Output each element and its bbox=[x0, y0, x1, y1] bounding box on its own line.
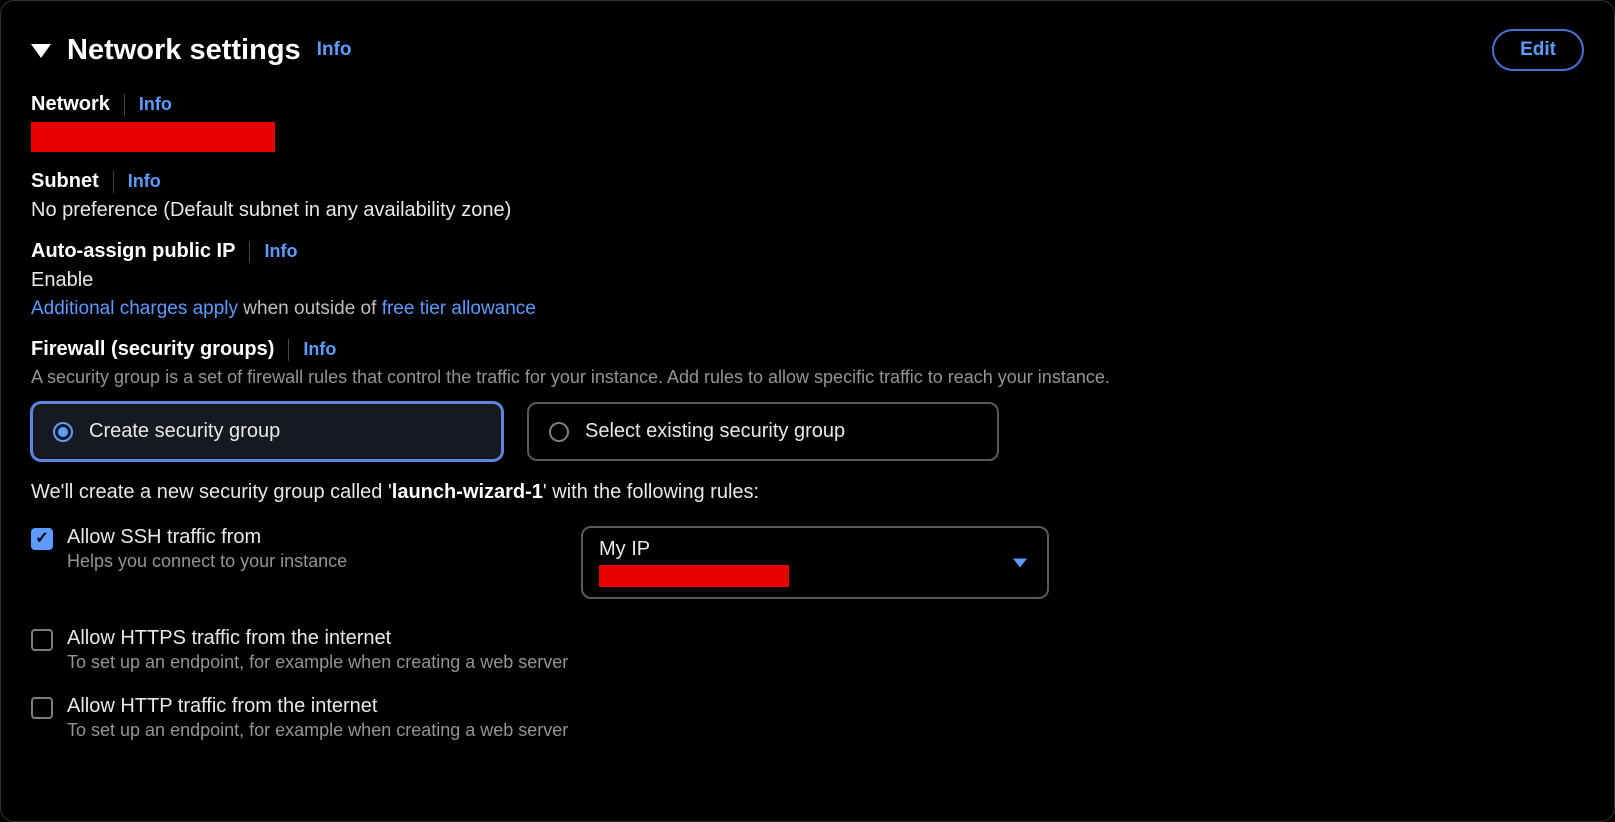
network-info-link[interactable]: Info bbox=[139, 94, 172, 115]
ssh-source-select[interactable]: My IP bbox=[581, 526, 1049, 599]
divider bbox=[113, 171, 114, 193]
ssh-source-value: My IP bbox=[599, 538, 1031, 561]
public-ip-info-link[interactable]: Info bbox=[264, 241, 297, 262]
edit-button[interactable]: Edit bbox=[1492, 29, 1584, 71]
subnet-info-link[interactable]: Info bbox=[128, 171, 161, 192]
public-ip-field: Auto-assign public IP Info Enable Additi… bbox=[31, 240, 1584, 320]
allow-ssh-label: Allow SSH traffic from bbox=[67, 526, 531, 549]
allow-ssh-desc: Helps you connect to your instance bbox=[67, 551, 531, 572]
select-sg-label: Select existing security group bbox=[585, 420, 845, 443]
subnet-value: No preference (Default subnet in any ava… bbox=[31, 199, 1584, 222]
additional-charges-link[interactable]: Additional charges apply bbox=[31, 298, 238, 319]
allow-http-label: Allow HTTP traffic from the internet bbox=[67, 695, 1584, 718]
panel-title: Network settings bbox=[67, 34, 301, 67]
sg-creation-note: We'll create a new security group called… bbox=[31, 481, 1584, 504]
create-security-group-radio[interactable]: Create security group bbox=[31, 402, 503, 461]
panel-title-wrap: Network settings Info bbox=[31, 34, 352, 67]
subnet-label: Subnet bbox=[31, 170, 99, 193]
free-tier-link[interactable]: free tier allowance bbox=[382, 298, 536, 319]
subnet-field: Subnet Info No preference (Default subne… bbox=[31, 170, 1584, 222]
sg-note-prefix: We'll create a new security group called… bbox=[31, 481, 392, 503]
divider bbox=[249, 241, 250, 263]
select-existing-security-group-radio[interactable]: Select existing security group bbox=[527, 402, 999, 461]
network-label: Network bbox=[31, 93, 110, 116]
allow-http-checkbox[interactable] bbox=[31, 697, 53, 719]
sg-note-suffix: ' with the following rules: bbox=[543, 481, 759, 503]
panel-info-link[interactable]: Info bbox=[317, 39, 352, 61]
divider bbox=[124, 94, 125, 116]
network-settings-panel: Network settings Info Edit Network Info … bbox=[0, 0, 1615, 822]
create-sg-label: Create security group bbox=[89, 420, 280, 443]
panel-header: Network settings Info Edit bbox=[31, 29, 1584, 71]
ssh-source-ip-redacted bbox=[599, 565, 789, 587]
public-ip-label: Auto-assign public IP bbox=[31, 240, 235, 263]
charges-mid-text: when outside of bbox=[238, 298, 382, 319]
firewall-desc: A security group is a set of firewall ru… bbox=[31, 367, 1584, 388]
network-value-redacted bbox=[31, 122, 275, 152]
sg-note-name: launch-wizard-1 bbox=[392, 481, 543, 503]
allow-ssh-row: Allow SSH traffic from Helps you connect… bbox=[31, 526, 1584, 599]
divider bbox=[288, 339, 289, 361]
allow-http-desc: To set up an endpoint, for example when … bbox=[67, 720, 1584, 741]
allow-https-label: Allow HTTPS traffic from the internet bbox=[67, 627, 1584, 650]
firewall-label: Firewall (security groups) bbox=[31, 338, 274, 361]
public-ip-value: Enable bbox=[31, 269, 1584, 292]
allow-https-row: Allow HTTPS traffic from the internet To… bbox=[31, 627, 1584, 673]
firewall-field: Firewall (security groups) Info A securi… bbox=[31, 338, 1584, 741]
chevron-down-icon bbox=[1013, 558, 1027, 567]
radio-icon bbox=[53, 422, 73, 442]
allow-http-row: Allow HTTP traffic from the internet To … bbox=[31, 695, 1584, 741]
public-ip-note: Additional charges apply when outside of… bbox=[31, 298, 1584, 320]
firewall-radio-group: Create security group Select existing se… bbox=[31, 402, 1584, 461]
collapse-caret-icon[interactable] bbox=[31, 44, 51, 58]
allow-ssh-checkbox[interactable] bbox=[31, 528, 53, 550]
firewall-info-link[interactable]: Info bbox=[303, 339, 336, 360]
allow-https-checkbox[interactable] bbox=[31, 629, 53, 651]
allow-https-desc: To set up an endpoint, for example when … bbox=[67, 652, 1584, 673]
radio-icon bbox=[549, 422, 569, 442]
network-field: Network Info bbox=[31, 93, 1584, 152]
